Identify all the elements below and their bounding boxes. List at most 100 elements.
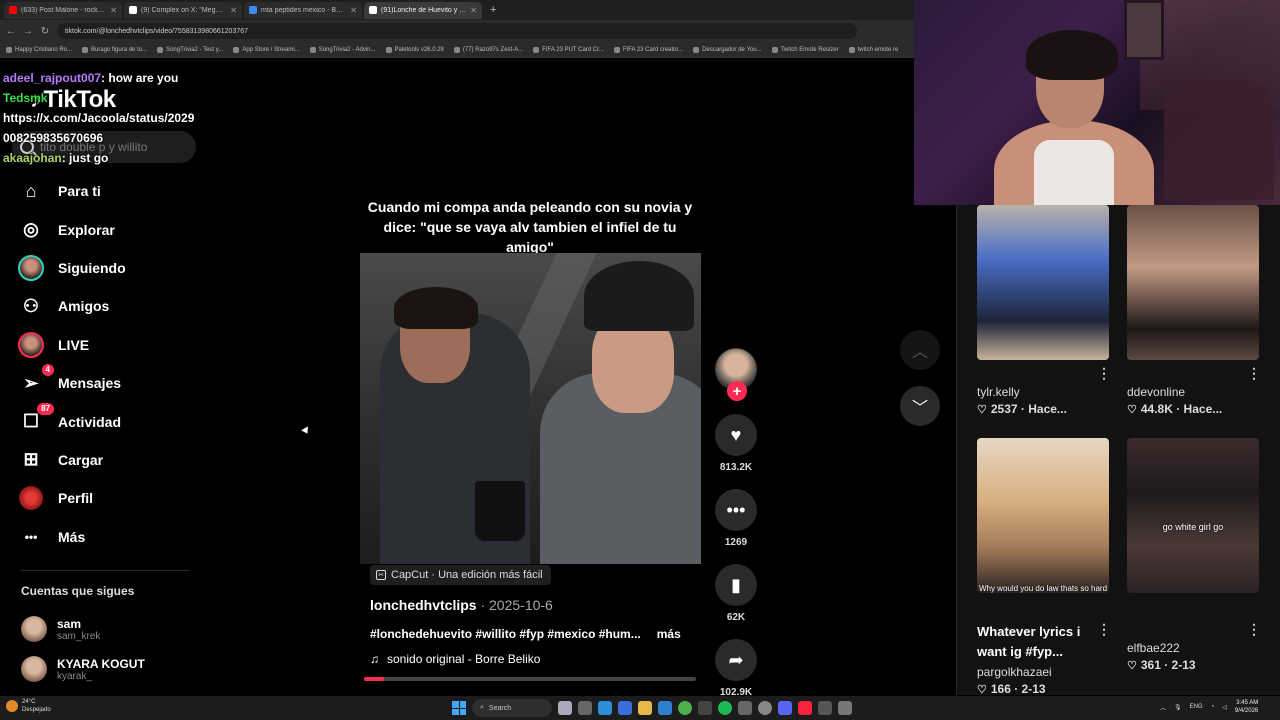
related-author[interactable]: pargolkhazaei [977, 665, 1052, 679]
more-options-icon[interactable]: ⋮ [1247, 621, 1261, 638]
more-options-icon[interactable]: ⋮ [1247, 365, 1261, 382]
bookmark-item[interactable]: SongTrivia2 - Advin... [309, 46, 376, 53]
widgets-icon[interactable] [558, 701, 572, 715]
related-video-thumbnail[interactable]: Why would you do law thats so hard [977, 438, 1109, 593]
bookmark-item[interactable]: Descargador de You... [693, 46, 762, 53]
hashtags-text[interactable]: #lonchedehuevito #willito #fyp #mexico #… [370, 627, 641, 641]
bookmark-item[interactable]: (77) Razo97s Zest-A... [453, 46, 523, 53]
back-arrow-icon[interactable]: ← [6, 26, 16, 37]
related-title[interactable]: Whatever lyrics i want ig #fyp... [977, 622, 1097, 662]
share-action[interactable]: ➦ 102.9K [712, 639, 760, 698]
mail-icon[interactable] [658, 701, 672, 715]
chrome-icon[interactable] [678, 701, 692, 715]
tab-label: (91)Lonche de Huevito y Willit [381, 6, 467, 14]
bookmark-label: App Store / Streami... [242, 46, 300, 53]
close-tab-icon[interactable]: ✕ [230, 6, 237, 15]
creator-avatar[interactable]: + [715, 348, 757, 401]
more-options-icon[interactable]: ⋮ [1097, 621, 1111, 638]
url-input[interactable]: tiktok.com/@lonchedhvtclips/video/755831… [57, 23, 857, 39]
sidebar-item-mensajes[interactable]: ➢ 4 Mensajes [18, 364, 198, 402]
store-icon[interactable] [618, 701, 632, 715]
save-action[interactable]: ▮ 62K [712, 564, 760, 623]
taskbar-search[interactable]: ⌕ Search [472, 699, 552, 717]
app-icon[interactable] [738, 701, 752, 715]
browser-tab[interactable]: (633) Post Malone - rockstar ft ✕ [4, 1, 122, 19]
inbox-icon: ☐ 87 [18, 402, 54, 435]
obs-icon[interactable] [758, 701, 772, 715]
bookmark-item[interactable]: FIFA 23 PUT Card Cr... [533, 46, 604, 53]
volume-icon[interactable]: ◁ [1222, 704, 1227, 711]
edge-icon[interactable] [598, 701, 612, 715]
microphone-icon[interactable]: 🎙 [1174, 704, 1182, 711]
sidebar-item-cargar[interactable]: ⊞ Cargar [18, 441, 198, 479]
video-progress-bar[interactable] [364, 677, 696, 681]
related-author[interactable]: elfbae222 [1127, 641, 1180, 655]
capcut-badge[interactable]: ✂ CapCut · Una edición más fácil [370, 565, 551, 585]
related-video-thumbnail[interactable] [977, 205, 1109, 360]
sidebar-item-para-ti[interactable]: ⌂ Para ti [18, 172, 198, 210]
bookmark-icon[interactable]: ▮ [715, 564, 757, 606]
wifi-icon[interactable]: ◔ [1211, 704, 1215, 710]
file-explorer-icon[interactable] [638, 701, 652, 715]
spotify-icon[interactable] [718, 701, 732, 715]
bookmark-favicon-icon [157, 46, 164, 53]
heart-icon[interactable]: ♥ [715, 414, 757, 456]
search-icon: ⌕ [480, 704, 484, 711]
sidebar-item-más[interactable]: ••• Más [18, 518, 198, 556]
bookmark-item[interactable]: Twitch Emote Resizer [771, 46, 839, 53]
browser-tab[interactable]: (9) Complex on X: "Megan Fox ✕ [124, 1, 242, 19]
discord-icon[interactable] [778, 701, 792, 715]
bookmark-item[interactable]: Happy Cristiano Ro... [6, 46, 72, 53]
windows-start-icon[interactable] [452, 701, 466, 715]
bookmark-item[interactable]: Burago figura de to... [82, 46, 147, 53]
new-tab-button[interactable]: + [484, 4, 502, 16]
share-icon[interactable]: ➦ [715, 639, 757, 681]
close-tab-icon[interactable]: ✕ [470, 6, 477, 15]
following-account[interactable]: KYARA KOGUT kyarak_ [21, 651, 201, 687]
bookmark-item[interactable]: Paletools v28.0.28 [385, 46, 444, 53]
chevron-up-icon[interactable]: ︿ [900, 330, 940, 370]
language-indicator[interactable]: ENG [1190, 704, 1203, 710]
reload-icon[interactable]: ↻ [40, 26, 50, 37]
sidebar-item-amigos[interactable]: ⚇ Amigos [18, 287, 198, 325]
video-player[interactable] [360, 253, 701, 564]
bookmark-item[interactable]: twitch emote re [848, 46, 898, 53]
chevron-down-icon[interactable]: ﹀ [900, 386, 940, 426]
sidebar-item-live[interactable]: LIVE [18, 326, 198, 364]
following-account[interactable]: sam sam_krek [21, 611, 201, 647]
tray-chevron-icon[interactable]: ︿ [1160, 703, 1166, 712]
close-tab-icon[interactable]: ✕ [110, 6, 117, 15]
related-author[interactable]: tylr.kelly [977, 385, 1020, 399]
bookmark-item[interactable]: App Store / Streami... [233, 46, 300, 53]
bookmark-item[interactable]: FIFA 23 Card creator... [613, 46, 683, 53]
clock[interactable]: 3:45 AM 9/4/2026 [1235, 699, 1258, 715]
comment-action[interactable]: ••• 1269 [712, 489, 760, 548]
like-action[interactable]: ♥ 813.2K [712, 414, 760, 473]
app-icon[interactable] [698, 701, 712, 715]
weather-widget[interactable]: 24°C Despejado [6, 698, 51, 714]
browser-tab[interactable]: mta peptides mexico - Buscar c ✕ [244, 1, 362, 19]
forward-arrow-icon[interactable]: → [23, 26, 33, 37]
sidebar-item-explorar[interactable]: ◎ Explorar [18, 210, 198, 248]
taskbar-search-label: Search [488, 704, 512, 712]
comment-icon[interactable]: ••• [715, 489, 757, 531]
close-tab-icon[interactable]: ✕ [350, 6, 357, 15]
music-icon[interactable] [798, 701, 812, 715]
sidebar-item-actividad[interactable]: ☐ 87 Actividad [18, 402, 198, 440]
related-video-thumbnail[interactable]: go white girl go [1127, 438, 1259, 593]
sidebar-item-siguiendo[interactable]: Siguiendo [18, 249, 198, 287]
capcut-icon: ✂ [376, 570, 386, 580]
more-button[interactable]: más [657, 627, 681, 641]
related-video-thumbnail[interactable] [1127, 205, 1259, 360]
video-author-link[interactable]: lonchedhvtclips [370, 597, 477, 613]
related-author[interactable]: ddevonline [1127, 385, 1185, 399]
video-sound[interactable]: ♫ sonido original - Borre Beliko [370, 652, 540, 666]
more-options-icon[interactable]: ⋮ [1097, 365, 1111, 382]
follow-plus-icon[interactable]: + [727, 381, 747, 401]
app-icon[interactable] [838, 701, 852, 715]
browser-tab-active[interactable]: (91)Lonche de Huevito y Willit ✕ [364, 1, 482, 19]
app-icon[interactable] [818, 701, 832, 715]
task-view-icon[interactable] [578, 701, 592, 715]
sidebar-item-perfil[interactable]: Perfil [18, 479, 198, 517]
bookmark-item[interactable]: SongTrivia2 - Test y... [157, 46, 223, 53]
